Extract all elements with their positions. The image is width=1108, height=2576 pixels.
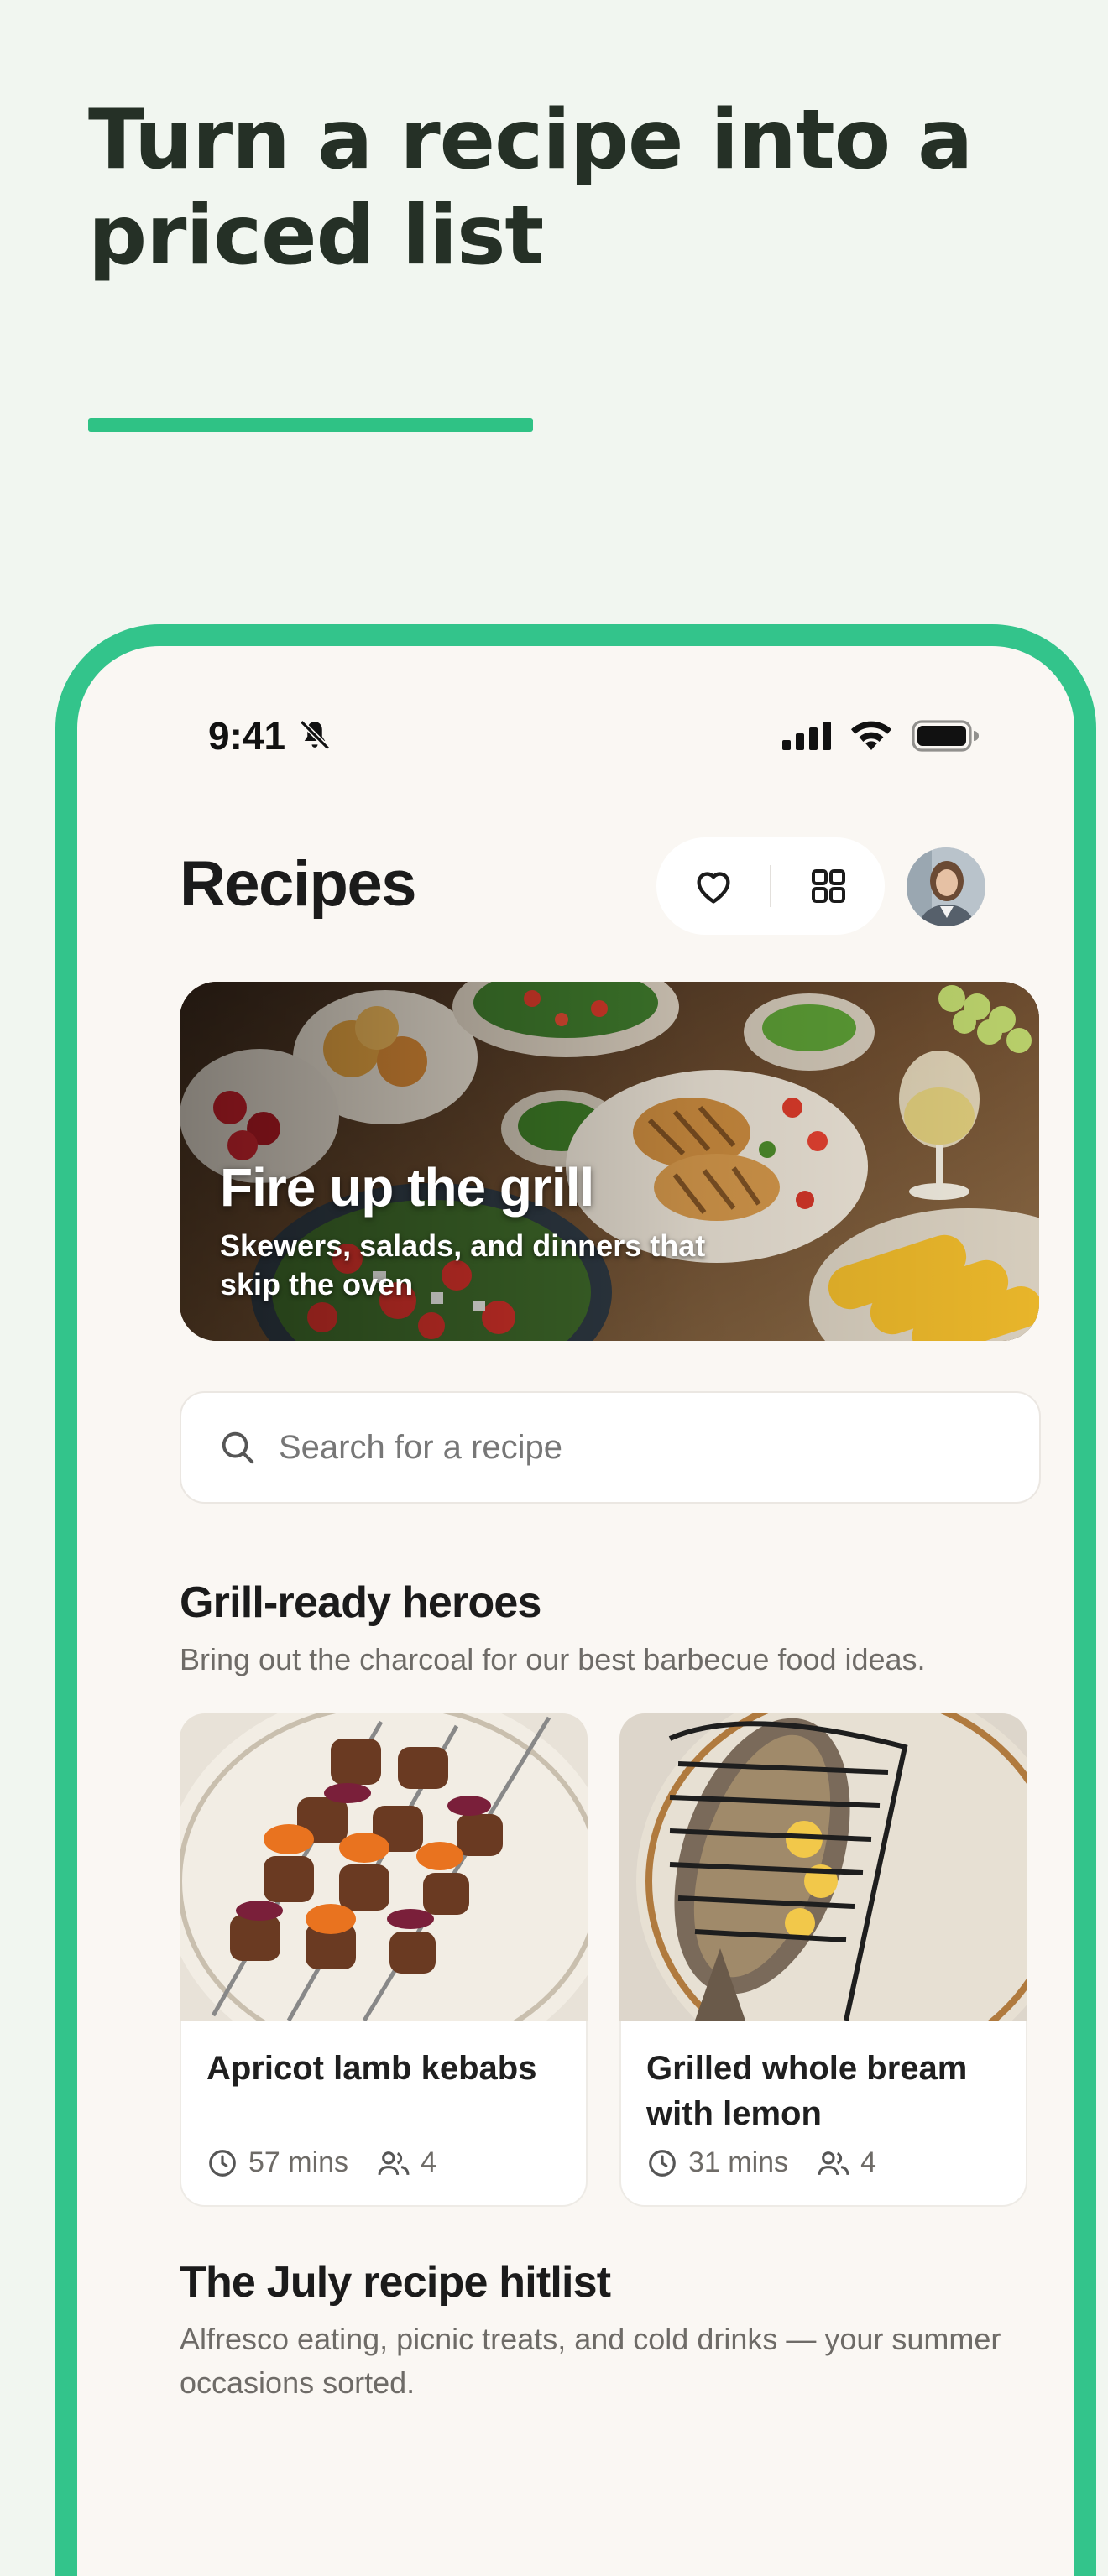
recipe-servings: 4	[421, 2146, 436, 2178]
recipe-meta: 57 mins 4	[206, 2146, 436, 2179]
section-title-grill: Grill-ready heroes	[180, 1578, 541, 1627]
hero-title: Fire up the grill	[220, 1157, 594, 1218]
recipe-name: Apricot lamb kebabs	[206, 2050, 537, 2087]
favorites-button[interactable]	[656, 837, 770, 935]
battery-icon	[912, 720, 979, 752]
recipe-card-kebabs-body[interactable]: Apricot lamb kebabs 57 mins 4	[180, 2021, 588, 2207]
phone-frame: 9:41 Recipes Fire up the grill Skewers, …	[55, 624, 1096, 2576]
search-bar[interactable]	[180, 1391, 1041, 1504]
page-title: Recipes	[180, 848, 417, 920]
status-bar: 9:41	[77, 646, 1074, 814]
section-subtitle-grill: Bring out the charcoal for our best barb…	[180, 1642, 926, 1676]
section-subtitle-hitlist: Alfresco eating, picnic treats, and cold…	[180, 2322, 1001, 2400]
hero-banner[interactable]: Fire up the grill Skewers, salads, and d…	[180, 982, 1039, 1341]
recipe-time: 31 mins	[688, 2146, 789, 2178]
recipe-card-kebabs[interactable]	[180, 1713, 588, 1990]
cellular-signal-icon	[782, 722, 831, 750]
recipe-servings: 4	[860, 2146, 876, 2178]
headline-underline	[88, 418, 533, 432]
clock-icon	[649, 2149, 676, 2177]
bream-photo	[619, 1713, 1027, 2021]
search-input[interactable]	[277, 1427, 952, 1468]
recipe-name: Grilled whole bream with lemon	[646, 2050, 968, 2132]
avatar[interactable]	[907, 847, 985, 926]
search-icon	[222, 1431, 254, 1464]
clock-icon	[209, 2149, 236, 2177]
status-time: 9:41	[208, 714, 286, 758]
recipe-meta: 31 mins 4	[646, 2146, 876, 2179]
hero-subtitle: Skewers, salads, and dinners that skip t…	[220, 1228, 706, 1301]
recipe-time: 57 mins	[248, 2146, 349, 2178]
profile-photo	[907, 847, 985, 926]
recipe-card-bream[interactable]: Grilled whole bream with lemon 31 mins 4	[619, 2021, 1027, 2207]
heart-icon	[697, 872, 729, 904]
section-title-hitlist: The July recipe hitlist	[180, 2258, 611, 2307]
page-headline: Turn a recipe into a priced list	[88, 92, 973, 284]
people-icon	[818, 2151, 849, 2175]
bell-off-icon	[300, 720, 330, 750]
grid-icon	[811, 869, 845, 903]
grid-view-button[interactable]	[771, 837, 885, 935]
wifi-icon	[851, 721, 891, 750]
people-icon	[378, 2151, 410, 2175]
header-actions	[656, 837, 885, 935]
